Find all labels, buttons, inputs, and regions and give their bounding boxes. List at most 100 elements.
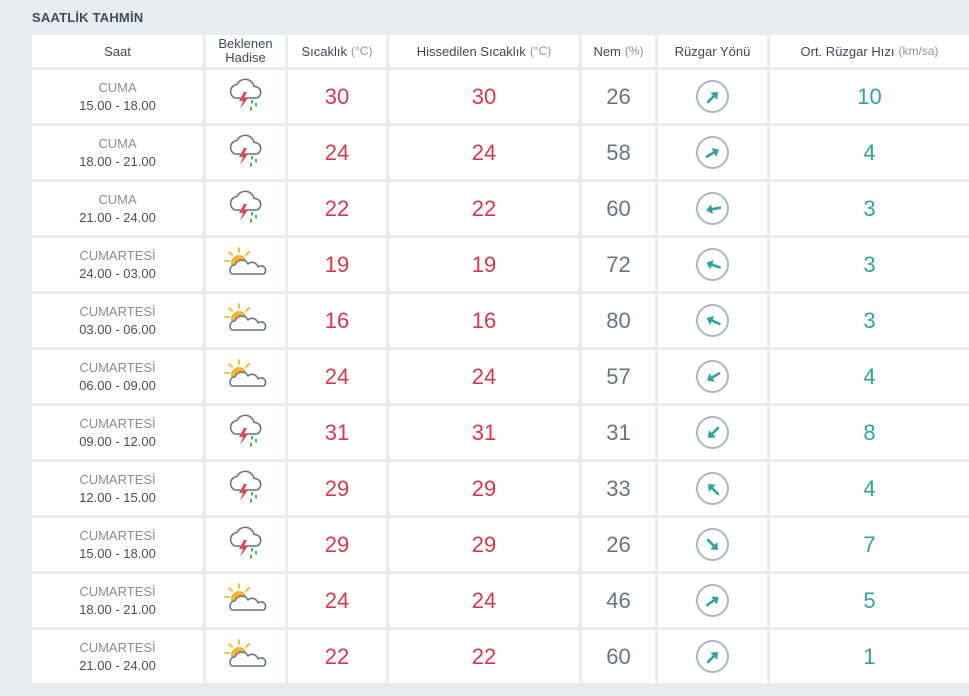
feels-like-value: 31 bbox=[389, 406, 579, 459]
temperature-value: 24 bbox=[288, 126, 386, 179]
day-label: CUMARTESİ bbox=[79, 303, 156, 319]
day-label: CUMARTESİ bbox=[79, 247, 156, 263]
time-range: 09.00 - 12.00 bbox=[79, 433, 156, 449]
weather-event-cell bbox=[206, 406, 285, 459]
weather-event-cell bbox=[206, 350, 285, 403]
time-range: 15.00 - 18.00 bbox=[79, 545, 156, 561]
wind-arrow-icon bbox=[703, 87, 723, 107]
humidity-value: 31 bbox=[582, 406, 655, 459]
weather-event-cell bbox=[206, 462, 285, 515]
wind-direction-compass bbox=[696, 304, 729, 337]
wind-arrow-icon bbox=[703, 367, 723, 387]
weather-event-cell bbox=[206, 238, 285, 291]
day-label: CUMA bbox=[98, 79, 137, 95]
header-nem: Nem (%) bbox=[582, 35, 655, 67]
humidity-value: 26 bbox=[582, 518, 655, 571]
wind-speed-value: 10 bbox=[770, 70, 969, 123]
wind-direction-compass bbox=[696, 80, 729, 113]
wind-arrow-icon bbox=[703, 535, 723, 555]
temperature-value: 16 bbox=[288, 294, 386, 347]
temperature-value: 24 bbox=[288, 574, 386, 627]
hourly-forecast-table: Saat Beklenen Hadise Sıcaklık (°C) Hissed… bbox=[32, 35, 969, 683]
wind-direction-cell bbox=[658, 182, 767, 235]
thunderstorm-rain-icon bbox=[225, 412, 267, 453]
time-range: 12.00 - 15.00 bbox=[79, 489, 156, 505]
wind-speed-value: 7 bbox=[770, 518, 969, 571]
wind-speed-value: 8 bbox=[770, 406, 969, 459]
wind-direction-cell bbox=[658, 126, 767, 179]
humidity-value: 60 bbox=[582, 182, 655, 235]
wind-direction-cell bbox=[658, 238, 767, 291]
wind-arrow-icon bbox=[703, 311, 723, 331]
weather-event-cell bbox=[206, 518, 285, 571]
feels-like-value: 24 bbox=[389, 350, 579, 403]
temperature-value: 29 bbox=[288, 518, 386, 571]
weather-event-cell bbox=[206, 182, 285, 235]
wind-speed-value: 3 bbox=[770, 238, 969, 291]
time-cell: CUMA 21.00 - 24.00 bbox=[32, 182, 203, 235]
time-cell: CUMARTESİ 24.00 - 03.00 bbox=[32, 238, 203, 291]
wind-direction-compass bbox=[696, 416, 729, 449]
wind-speed-value: 4 bbox=[770, 462, 969, 515]
time-range: 21.00 - 24.00 bbox=[79, 657, 156, 673]
header-nem-label: Nem bbox=[593, 43, 621, 59]
humidity-value: 80 bbox=[582, 294, 655, 347]
weather-event-cell bbox=[206, 574, 285, 627]
header-nem-unit: (%) bbox=[624, 43, 644, 58]
day-label: CUMARTESİ bbox=[79, 359, 156, 375]
time-cell: CUMARTESİ 12.00 - 15.00 bbox=[32, 462, 203, 515]
feels-like-value: 19 bbox=[389, 238, 579, 291]
day-label: CUMARTESİ bbox=[79, 415, 156, 431]
header-ruzgar-yonu: Rüzgar Yönü bbox=[658, 35, 767, 67]
humidity-value: 58 bbox=[582, 126, 655, 179]
time-range: 18.00 - 21.00 bbox=[79, 601, 156, 617]
wind-direction-compass bbox=[696, 248, 729, 281]
partly-cloudy-icon bbox=[223, 638, 268, 675]
wind-speed-value: 3 bbox=[770, 182, 969, 235]
wind-arrow-icon bbox=[703, 255, 723, 275]
header-sicaklik: Sıcaklık (°C) bbox=[288, 35, 386, 67]
wind-direction-compass bbox=[696, 360, 729, 393]
wind-speed-value: 4 bbox=[770, 350, 969, 403]
day-label: CUMARTESİ bbox=[79, 471, 156, 487]
wind-arrow-icon bbox=[703, 479, 723, 499]
wind-direction-cell bbox=[658, 294, 767, 347]
time-cell: CUMARTESİ 03.00 - 06.00 bbox=[32, 294, 203, 347]
wind-direction-cell bbox=[658, 462, 767, 515]
feels-like-value: 24 bbox=[389, 126, 579, 179]
wind-direction-cell bbox=[658, 406, 767, 459]
time-range: 15.00 - 18.00 bbox=[79, 97, 156, 113]
header-sicaklik-label: Sıcaklık bbox=[301, 43, 348, 59]
partly-cloudy-icon bbox=[223, 582, 268, 619]
section-title: SAATLİK TAHMİN bbox=[32, 10, 144, 25]
day-label: CUMA bbox=[98, 191, 137, 207]
time-cell: CUMARTESİ 21.00 - 24.00 bbox=[32, 630, 203, 683]
feels-like-value: 29 bbox=[389, 462, 579, 515]
temperature-value: 31 bbox=[288, 406, 386, 459]
feels-like-value: 16 bbox=[389, 294, 579, 347]
day-label: CUMARTESİ bbox=[79, 527, 156, 543]
thunderstorm-rain-icon bbox=[225, 188, 267, 229]
wind-direction-cell bbox=[658, 518, 767, 571]
time-range: 21.00 - 24.00 bbox=[79, 209, 156, 225]
feels-like-value: 24 bbox=[389, 574, 579, 627]
wind-direction-cell bbox=[658, 574, 767, 627]
time-cell: CUMA 18.00 - 21.00 bbox=[32, 126, 203, 179]
time-cell: CUMARTESİ 09.00 - 12.00 bbox=[32, 406, 203, 459]
wind-direction-compass bbox=[696, 528, 729, 561]
wind-direction-compass bbox=[696, 192, 729, 225]
temperature-value: 29 bbox=[288, 462, 386, 515]
feels-like-value: 22 bbox=[389, 182, 579, 235]
partly-cloudy-icon bbox=[223, 246, 268, 283]
day-label: CUMARTESİ bbox=[79, 639, 156, 655]
wind-direction-compass bbox=[696, 136, 729, 169]
wind-arrow-icon bbox=[703, 143, 723, 163]
temperature-value: 22 bbox=[288, 182, 386, 235]
header-hadise-line2: Hadise bbox=[225, 50, 266, 65]
header-ruzgar-hizi-label: Ort. Rüzgar Hızı bbox=[800, 43, 895, 59]
humidity-value: 72 bbox=[582, 238, 655, 291]
wind-direction-compass bbox=[696, 584, 729, 617]
wind-speed-value: 3 bbox=[770, 294, 969, 347]
partly-cloudy-icon bbox=[223, 302, 268, 339]
temperature-value: 24 bbox=[288, 350, 386, 403]
